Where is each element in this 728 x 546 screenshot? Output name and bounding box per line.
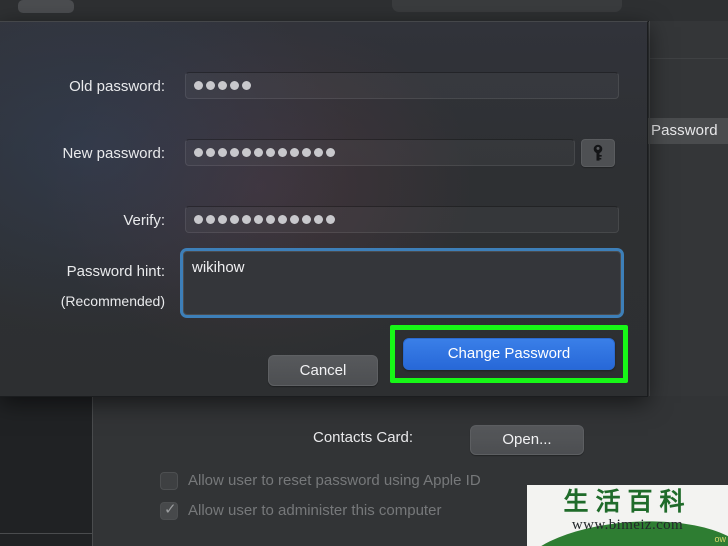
prefs-sidebar-separator-2 xyxy=(0,533,92,534)
checkmark-icon: ✓ xyxy=(164,501,177,518)
password-dot xyxy=(302,148,311,157)
password-dot xyxy=(206,215,215,224)
open-contacts-card-button[interactable]: Open... xyxy=(470,425,584,455)
password-hint-input[interactable] xyxy=(183,251,621,315)
password-dot xyxy=(194,148,203,157)
change-password-sheet: Old password: New password: Verify: Pass… xyxy=(0,21,648,397)
password-dot xyxy=(206,81,215,90)
password-dot xyxy=(230,215,239,224)
checkbox-reset-password[interactable] xyxy=(160,472,178,490)
label-password-hint: Password hint: xyxy=(66,263,165,280)
watermark-url: www.bimeiz.com xyxy=(571,517,684,533)
old-password-dots xyxy=(194,73,251,98)
cancel-button[interactable]: Cancel xyxy=(268,355,378,386)
password-dot xyxy=(302,215,311,224)
prefs-right-separator xyxy=(650,58,728,59)
prefs-sidebar[interactable] xyxy=(0,396,93,546)
old-password-field[interactable] xyxy=(185,72,619,99)
contacts-card-label: Contacts Card: xyxy=(313,429,414,446)
key-icon xyxy=(593,144,603,161)
password-dot xyxy=(230,148,239,157)
password-dot xyxy=(326,215,335,224)
password-dot xyxy=(326,148,335,157)
checkbox-label-administer: Allow user to administer this computer xyxy=(188,502,442,519)
label-old-password: Old password: xyxy=(69,78,165,95)
prefs-right-panel xyxy=(649,21,728,397)
password-dot xyxy=(254,148,263,157)
watermark-cjk-text: 生活百科 xyxy=(563,487,692,516)
toolbar-button-pill[interactable] xyxy=(18,0,74,13)
password-dot xyxy=(194,215,203,224)
watermark-tail: ow xyxy=(714,534,726,544)
toolbar-center-pill xyxy=(392,0,622,12)
verify-password-field[interactable] xyxy=(185,206,619,233)
change-password-button[interactable]: Change Password xyxy=(403,338,615,370)
password-dot xyxy=(218,81,227,90)
password-dot xyxy=(278,148,287,157)
watermark: 生活百科 www.bimeiz.com ow xyxy=(527,485,728,546)
password-dot xyxy=(242,148,251,157)
password-dot xyxy=(254,215,263,224)
password-dot xyxy=(314,215,323,224)
prefs-password-label: Password xyxy=(651,122,718,139)
password-dot xyxy=(218,148,227,157)
password-dot xyxy=(206,148,215,157)
password-dot xyxy=(290,215,299,224)
password-dot xyxy=(242,81,251,90)
password-dot xyxy=(290,148,299,157)
password-dot xyxy=(218,215,227,224)
password-assistant-button[interactable] xyxy=(581,139,615,167)
new-password-dots xyxy=(194,140,335,165)
label-password-hint-recommended: (Recommended) xyxy=(60,293,165,309)
new-password-field[interactable] xyxy=(185,139,575,166)
change-password-highlight-group: Change Password xyxy=(390,325,628,383)
password-dot xyxy=(266,215,275,224)
password-dot xyxy=(314,148,323,157)
label-verify-password: Verify: xyxy=(123,212,165,229)
label-new-password: New password: xyxy=(62,145,165,162)
screen-root: Password Contacts Card: Open... Allow us… xyxy=(0,0,728,546)
password-dot xyxy=(266,148,275,157)
password-dot xyxy=(194,81,203,90)
password-dot xyxy=(242,215,251,224)
checkbox-administer[interactable]: ✓ xyxy=(160,501,178,520)
password-dot xyxy=(278,215,287,224)
checkbox-label-reset-password: Allow user to reset password using Apple… xyxy=(188,472,481,489)
verify-password-dots xyxy=(194,207,335,232)
password-dot xyxy=(230,81,239,90)
